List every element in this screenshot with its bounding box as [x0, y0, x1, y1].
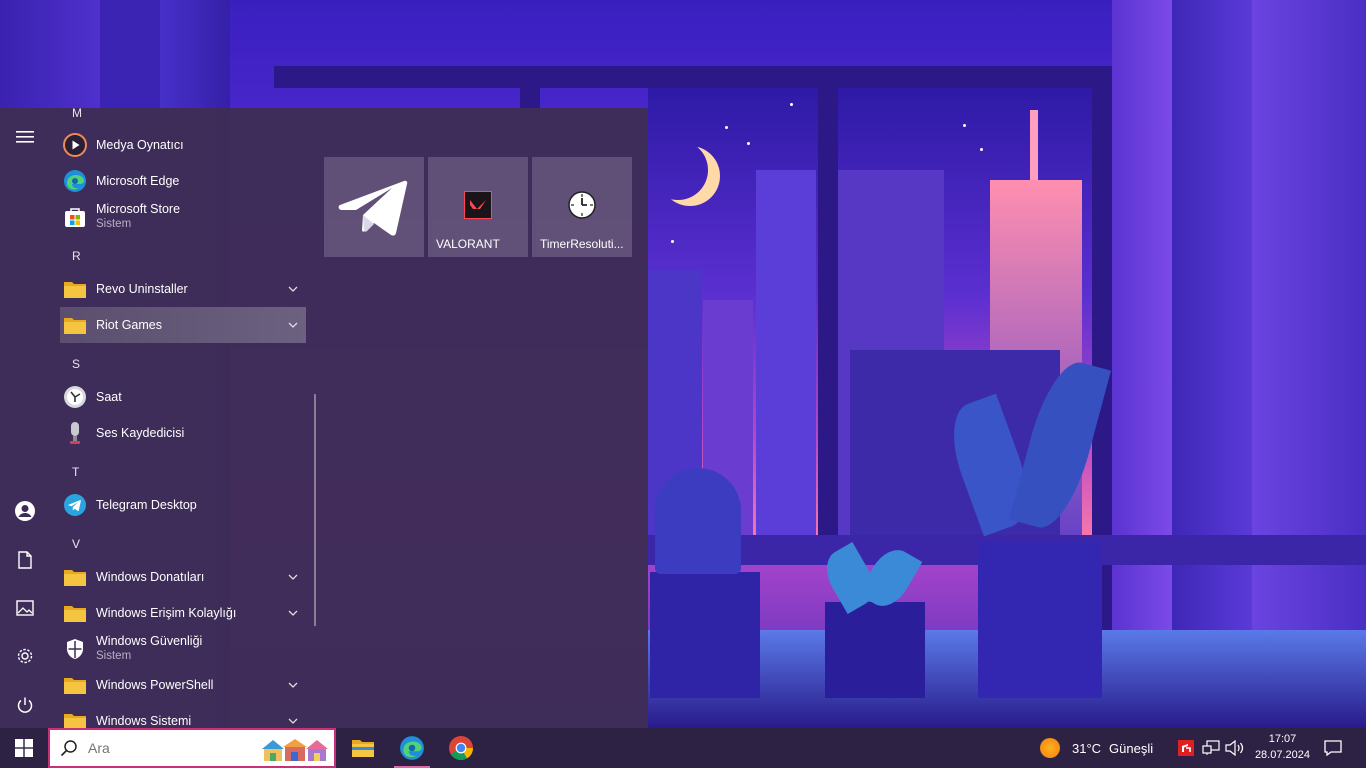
folder-icon: [62, 600, 88, 626]
search-box[interactable]: [48, 728, 336, 768]
app-label: Riot Games: [96, 317, 162, 332]
power-icon[interactable]: [0, 682, 50, 728]
app-label: Windows PowerShell: [96, 677, 214, 692]
file-explorer-icon: [352, 740, 374, 757]
tile-telegram[interactable]: [324, 157, 424, 257]
letter-header-s[interactable]: S: [72, 357, 80, 371]
app-label: Microsoft Store: [96, 202, 181, 216]
app-revo-uninstaller[interactable]: Revo Uninstaller: [60, 271, 306, 307]
amd-icon: [1178, 740, 1194, 756]
telegram-icon: [338, 180, 408, 236]
app-windows-erisim-kolayligi[interactable]: Windows Erişim Kolaylığı: [60, 595, 306, 631]
folder-icon: [62, 708, 88, 728]
chrome-taskbar-button[interactable]: [441, 728, 481, 768]
amd-tray-button[interactable]: [1176, 728, 1196, 768]
clock-icon: [568, 191, 596, 219]
media-player-icon: [62, 132, 88, 158]
app-list-scrollbar[interactable]: [314, 394, 316, 626]
folder-icon: [62, 312, 88, 338]
weather-temperature: 31°C: [1072, 740, 1102, 756]
hamburger-icon[interactable]: [0, 114, 50, 160]
weather-widget[interactable]: 31°C Güneşli: [1040, 728, 1170, 768]
folder-icon: [62, 672, 88, 698]
app-label: Telegram Desktop: [96, 497, 197, 512]
tile-label: VALORANT: [436, 237, 500, 251]
app-label: Ses Kaydedicisi: [96, 425, 185, 440]
start-rail: [0, 108, 50, 728]
search-input[interactable]: [86, 739, 250, 757]
windows-logo-icon: [15, 739, 33, 757]
clock-time: 17:07: [1268, 733, 1297, 745]
file-explorer-button[interactable]: [343, 728, 383, 768]
telegram-icon: [62, 492, 88, 518]
letter-header-m[interactable]: M: [72, 108, 82, 120]
document-icon[interactable]: [0, 537, 50, 583]
app-microsoft-edge[interactable]: Microsoft Edge: [60, 163, 306, 199]
chevron-down-icon[interactable]: [286, 714, 300, 728]
start-button[interactable]: [0, 728, 48, 768]
chevron-down-icon[interactable]: [286, 282, 300, 296]
app-list[interactable]: M Medya Oynatıcı Microsoft Edge Microsof…: [50, 108, 312, 728]
app-windows-sistemi[interactable]: Windows Sistemi: [60, 703, 306, 728]
edge-icon: [62, 168, 88, 194]
app-saat[interactable]: Saat: [60, 379, 306, 415]
taskbar-clock[interactable]: 17:07 28.07.2024: [1255, 731, 1310, 763]
network-icon: [1202, 740, 1220, 755]
folder-icon: [62, 564, 88, 590]
folder-icon: [62, 276, 88, 302]
search-highlight-houses-icon: [262, 739, 328, 761]
pictures-icon[interactable]: [0, 585, 50, 631]
letter-header-t[interactable]: T: [72, 465, 79, 479]
chevron-down-icon[interactable]: [286, 318, 300, 332]
app-label: Saat: [96, 389, 122, 404]
sun-icon: [1040, 738, 1060, 758]
start-menu: M Medya Oynatıcı Microsoft Edge Microsof…: [0, 108, 648, 728]
edge-taskbar-button[interactable]: [392, 728, 432, 768]
speaker-icon: [1225, 740, 1244, 756]
network-tray-button[interactable]: [1200, 728, 1222, 768]
app-label: Windows Erişim Kolaylığı: [96, 605, 237, 620]
app-sublabel: Sistem: [96, 650, 132, 662]
chrome-icon: [449, 736, 473, 761]
app-label: Revo Uninstaller: [96, 281, 188, 296]
shield-icon: [62, 636, 88, 662]
clock-icon: [62, 384, 88, 410]
chevron-down-icon[interactable]: [286, 678, 300, 692]
app-medya-oynatici[interactable]: Medya Oynatıcı: [60, 127, 306, 163]
app-microsoft-store[interactable]: Microsoft Store Sistem: [60, 199, 306, 235]
tile-valorant[interactable]: VALORANT: [428, 157, 528, 257]
app-windows-guvenligi[interactable]: Windows Güvenliği Sistem: [60, 631, 306, 667]
app-sublabel: Sistem: [96, 218, 132, 230]
app-label: Microsoft Edge: [96, 173, 180, 188]
notification-icon: [1324, 740, 1342, 756]
letter-header-r[interactable]: R: [72, 249, 81, 263]
app-riot-games[interactable]: Riot Games: [60, 307, 306, 343]
app-ses-kaydedicisi[interactable]: Ses Kaydedicisi: [60, 415, 306, 451]
app-telegram-desktop[interactable]: Telegram Desktop: [60, 487, 306, 523]
app-windows-powershell[interactable]: Windows PowerShell: [60, 667, 306, 703]
moon-decoration: [648, 140, 708, 200]
letter-header-v[interactable]: V: [72, 537, 80, 551]
volume-tray-button[interactable]: [1224, 728, 1246, 768]
app-label: Medya Oynatıcı: [96, 137, 184, 152]
microphone-icon: [62, 420, 88, 446]
app-label: Windows Sistemi: [96, 713, 192, 728]
app-label: Windows Güvenliği: [96, 634, 203, 648]
gear-icon[interactable]: [0, 633, 50, 679]
tile-timerresolution[interactable]: TimerResoluti...: [532, 157, 632, 257]
search-icon: [60, 740, 77, 757]
chevron-down-icon[interactable]: [286, 606, 300, 620]
tile-label: TimerResoluti...: [540, 237, 624, 251]
chevron-down-icon[interactable]: [286, 570, 300, 584]
user-icon[interactable]: [0, 488, 50, 534]
notification-center-button[interactable]: [1318, 728, 1348, 768]
valorant-icon: [464, 191, 492, 219]
store-icon: [62, 204, 88, 230]
app-windows-donatilari[interactable]: Windows Donatıları: [60, 559, 306, 595]
weather-condition: Güneşli: [1109, 740, 1154, 756]
edge-icon: [400, 736, 424, 760]
clock-date: 28.07.2024: [1254, 749, 1310, 761]
app-label: Windows Donatıları: [96, 569, 205, 584]
